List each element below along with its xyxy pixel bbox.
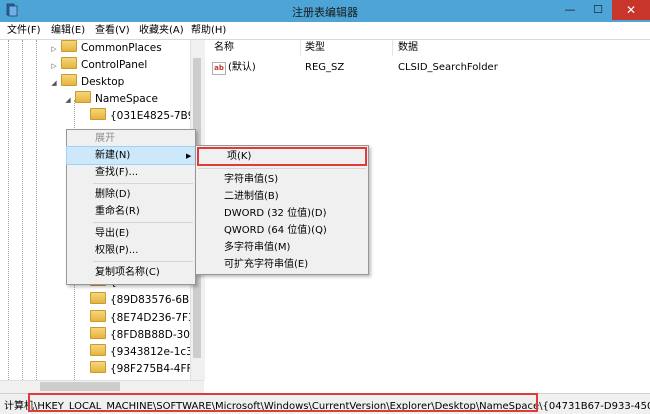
folder-icon: [90, 292, 106, 304]
tree-node-desktop[interactable]: ◢ Desktop: [50, 74, 124, 91]
tree-node-label: ControlPanel: [81, 59, 148, 71]
folder-icon: [90, 108, 106, 120]
menu-item-dword-value[interactable]: DWORD (32 位值)(D): [196, 205, 368, 222]
maximize-button[interactable]: ☐: [584, 0, 612, 20]
collapse-arrow-icon[interactable]: ◢: [50, 75, 58, 92]
value-data: CLSID_SearchFolder: [398, 62, 498, 73]
new-submenu: 项(K) 字符串值(S) 二进制值(B) DWORD (32 位值)(D) QW…: [195, 145, 369, 275]
tree-node-namespace[interactable]: ◢ NameSpace: [64, 91, 158, 108]
menu-separator: [93, 222, 193, 223]
menu-item-string-value[interactable]: 字符串值(S): [196, 171, 368, 188]
menu-item-find[interactable]: 查找(F)...: [67, 164, 195, 181]
tree-node-label: NameSpace: [95, 93, 158, 105]
menu-edit[interactable]: 编辑(E): [48, 23, 88, 38]
tree-node-controlpanel[interactable]: ▷ ControlPanel: [50, 57, 147, 74]
folder-open-icon: [75, 91, 91, 103]
tree-node-guid[interactable]: {89D83576-6BD1: [90, 292, 204, 309]
menu-item-copy-key-name[interactable]: 复制项名称(C): [67, 264, 195, 281]
submenu-arrow-icon: ▶: [186, 152, 192, 160]
column-header-name[interactable]: 名称: [214, 41, 234, 55]
folder-icon: [61, 40, 77, 52]
menu-item-delete[interactable]: 删除(D): [67, 186, 195, 203]
tree-node-guid[interactable]: {031E4825-7B94-: [90, 108, 205, 125]
string-value-icon: ab: [212, 62, 226, 75]
tree-node-guid[interactable]: {8E74D236-7F35-: [90, 310, 205, 327]
tree-node-label: Desktop: [81, 76, 125, 88]
expand-arrow-icon[interactable]: ▷: [50, 41, 58, 58]
menu-item-rename[interactable]: 重命名(R): [67, 203, 195, 220]
column-header-type[interactable]: 类型: [305, 41, 325, 55]
menu-favorites[interactable]: 收藏夹(A): [136, 23, 187, 38]
menu-separator: [198, 168, 366, 169]
tree-node-label: CommonPlaces: [81, 42, 162, 54]
annotation-highlight-box: [28, 393, 538, 412]
tree-node-commonplaces[interactable]: ▷ CommonPlaces: [50, 40, 162, 57]
menu-item-expand[interactable]: 展开: [67, 130, 195, 147]
context-menu: 展开 新建(N) 查找(F)... 删除(D) 重命名(R) 导出(E) 权限(…: [66, 129, 196, 285]
tree-horizontal-scroll-thumb[interactable]: [40, 382, 120, 391]
menu-separator: [93, 183, 193, 184]
tree-guide-line: [22, 40, 23, 380]
expand-arrow-icon[interactable]: ▷: [50, 58, 58, 75]
folder-icon: [90, 310, 106, 322]
window-title: 注册表编辑器: [292, 6, 358, 19]
column-header-data[interactable]: 数据: [398, 41, 418, 55]
menu-help[interactable]: 帮助(H): [188, 23, 229, 38]
value-name[interactable]: (默认): [228, 61, 256, 75]
close-button[interactable]: ✕: [612, 0, 650, 20]
menu-view[interactable]: 查看(V): [92, 23, 133, 38]
column-divider[interactable]: [300, 40, 301, 56]
resize-grip-icon[interactable]: ⋰: [638, 400, 648, 410]
column-divider[interactable]: [392, 40, 393, 56]
menu-file[interactable]: 文件(F): [4, 23, 44, 38]
tree-node-guid[interactable]: {9343812e-1c37-: [90, 344, 203, 361]
tree-node-guid[interactable]: {98F275B4-4FFF-: [90, 361, 202, 378]
tree-node-guid[interactable]: {8FD8B88D-30E1: [90, 327, 203, 344]
folder-open-icon: [61, 74, 77, 86]
menu-item-qword-value[interactable]: QWORD (64 位值)(Q): [196, 222, 368, 239]
tree-node-label: {98F275B4-4FFF-: [110, 363, 203, 375]
tree-guide-line: [36, 40, 37, 380]
menu-separator: [93, 261, 193, 262]
value-type: REG_SZ: [305, 62, 345, 73]
menu-item-new[interactable]: 新建(N): [66, 146, 196, 165]
menu-item-binary-value[interactable]: 二进制值(B): [196, 188, 368, 205]
menu-item-new-key[interactable]: 项(K): [197, 147, 367, 166]
menu-item-multi-string-value[interactable]: 多字符串值(M): [196, 239, 368, 256]
folder-icon: [90, 344, 106, 356]
folder-icon: [61, 57, 77, 69]
folder-icon: [90, 327, 106, 339]
menu-item-export[interactable]: 导出(E): [67, 225, 195, 242]
menu-item-permissions[interactable]: 权限(P)...: [67, 242, 195, 259]
menu-item-expandable-string-value[interactable]: 可扩充字符串值(E): [196, 256, 368, 273]
tree-guide-line: [8, 40, 9, 380]
folder-icon: [90, 361, 106, 373]
collapse-arrow-icon[interactable]: ◢: [64, 92, 72, 109]
minimize-button[interactable]: —: [556, 0, 584, 20]
